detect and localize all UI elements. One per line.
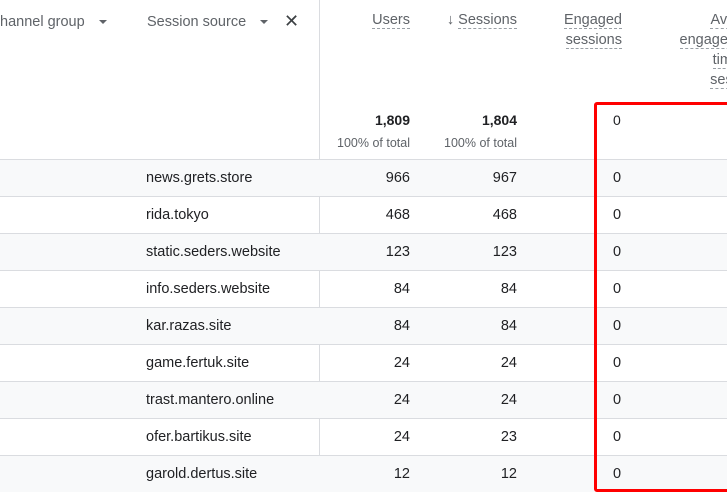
sessions-cell: 12 — [500, 466, 517, 482]
users-cell: 468 — [385, 207, 410, 223]
session-source-cell: news.grets.store — [146, 170, 253, 186]
users-cell: 84 — [393, 318, 410, 334]
users-cell: 12 — [393, 466, 410, 482]
sessions-cell: 84 — [500, 318, 517, 334]
dropdown-caret-icon[interactable] — [260, 20, 269, 24]
highlight-box — [594, 102, 727, 492]
avg-header-line3: time — [712, 52, 727, 69]
sessions-header-label: Sessions — [458, 12, 517, 29]
sessions-cell: 84 — [500, 281, 517, 297]
sessions-total: 1,804 100% of total — [437, 112, 517, 150]
sessions-cell: 24 — [500, 392, 517, 408]
users-cell: 123 — [385, 244, 410, 260]
users-cell: 24 — [393, 429, 410, 445]
session-source-cell: rida.tokyo — [146, 207, 209, 223]
close-icon[interactable]: ✕ — [284, 11, 299, 32]
engaged-sessions-header[interactable]: Engaged sessions — [540, 10, 622, 50]
session-source-cell: game.fertuk.site — [146, 355, 250, 371]
sort-descending-icon: ↓ — [446, 12, 455, 28]
users-total: 1,809 100% of total — [330, 112, 410, 150]
engaged-header-line2: sessions — [565, 32, 622, 49]
users-header[interactable]: Users — [340, 10, 410, 30]
primary-dimension-label: hannel group — [0, 14, 85, 30]
session-source-cell: trast.mantero.online — [146, 392, 275, 408]
sessions-total-value: 1,804 — [481, 112, 517, 128]
users-cell: 966 — [385, 170, 410, 186]
session-source-cell: ofer.bartikus.site — [146, 429, 252, 445]
users-cell: 24 — [393, 392, 410, 408]
sessions-cell: 24 — [500, 355, 517, 371]
users-total-value: 1,809 — [374, 112, 410, 128]
sessions-cell: 468 — [492, 207, 517, 223]
session-source-cell: kar.razas.site — [146, 318, 232, 334]
session-source-cell: static.seders.website — [146, 244, 281, 260]
avg-header-line4: sess — [710, 72, 727, 89]
dropdown-caret-icon[interactable] — [98, 20, 107, 24]
users-cell: 24 — [393, 355, 410, 371]
sessions-total-pct: 100% of total — [444, 136, 517, 150]
sessions-cell: 123 — [492, 244, 517, 260]
engaged-header-line1: Engaged — [563, 12, 622, 29]
secondary-dimension-header[interactable]: Session source — [147, 14, 269, 30]
avg-engagement-header[interactable]: Aver engagem time sess — [660, 10, 727, 90]
primary-dimension-header[interactable]: hannel group — [0, 14, 107, 30]
session-source-cell: garold.dertus.site — [146, 466, 258, 482]
avg-header-line2: engagem — [679, 32, 727, 49]
secondary-dimension-label: Session source — [147, 14, 247, 30]
avg-header-line1: Aver — [710, 12, 727, 29]
users-total-pct: 100% of total — [337, 136, 410, 150]
sessions-header[interactable]: ↓ Sessions — [430, 10, 517, 30]
sessions-cell: 23 — [500, 429, 517, 445]
sessions-cell: 967 — [492, 170, 517, 186]
users-header-label: Users — [372, 12, 410, 29]
users-cell: 84 — [393, 281, 410, 297]
session-source-cell: info.seders.website — [146, 281, 271, 297]
